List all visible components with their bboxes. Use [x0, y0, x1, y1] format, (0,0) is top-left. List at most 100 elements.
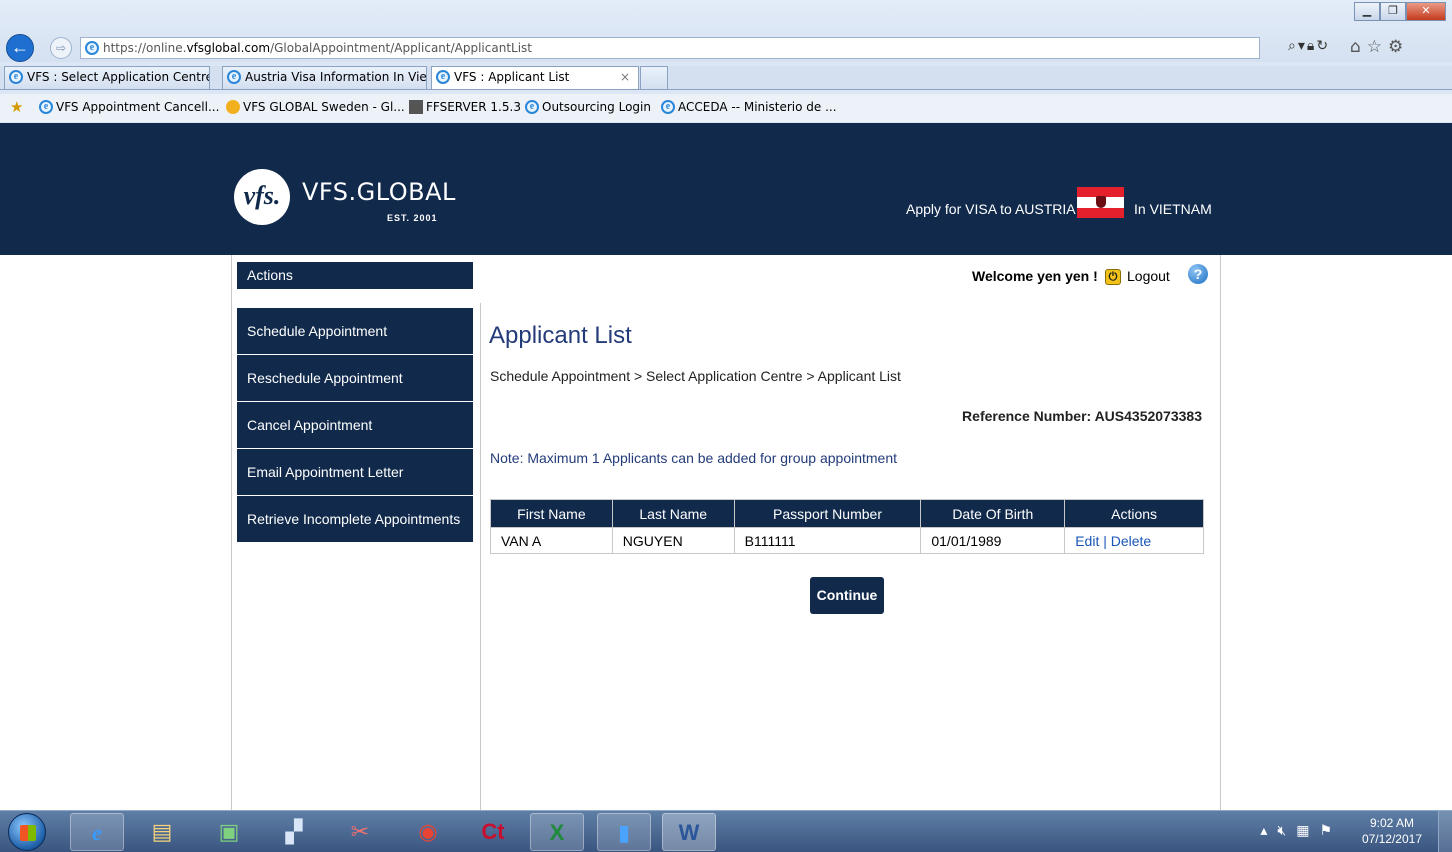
internet-explorer-icon[interactable]: e [70, 813, 124, 851]
dropdown-icon[interactable]: ▾ [1298, 38, 1307, 54]
back-button[interactable]: ← [6, 34, 34, 62]
tab-select-centre[interactable]: e VFS : Select Application Centre [4, 66, 210, 89]
system-tray: ▴🔇︎▦⚑ [1260, 822, 1342, 839]
fav-item-acceda[interactable]: e ACCEDA -- Ministerio de ... [661, 94, 837, 120]
continue-button[interactable]: Continue [810, 577, 884, 614]
sidebar-divider [480, 303, 481, 810]
sidebar-item-email-letter[interactable]: Email Appointment Letter [237, 449, 473, 495]
url-prefix: https://online. [103, 41, 187, 55]
action-separator: | [1099, 532, 1111, 549]
tab-applicant-list[interactable]: e VFS : Applicant List × [431, 66, 639, 89]
sidebar-item-schedule[interactable]: Schedule Appointment [237, 308, 473, 354]
ie-fav-icon: e [525, 100, 539, 114]
favorites-star-icon[interactable]: ☆ [1367, 37, 1388, 57]
cell-dob: 01/01/1989 [920, 527, 1066, 554]
url-path: /GlobalAppointment/Applicant/ApplicantLi… [270, 41, 533, 55]
excel-icon[interactable]: X [530, 813, 584, 851]
server-icon [409, 100, 423, 114]
tab-strip: e VFS : Select Application Centre e Austri… [0, 66, 1452, 90]
maximize-button[interactable]: ❐ [1380, 2, 1406, 21]
action-center-icon[interactable]: ⚑ [1319, 822, 1342, 838]
computer-icon[interactable]: ▞ [267, 813, 321, 851]
table-header-row: First Name Last Name Passport Number Dat… [490, 499, 1204, 528]
word-icon[interactable]: W [662, 813, 716, 851]
delete-link[interactable]: Delete [1111, 533, 1151, 549]
globe-icon [226, 100, 240, 114]
snipping-tool-icon[interactable]: ✂ [333, 813, 387, 851]
fav-label: VFS Appointment Cancell... [56, 100, 220, 114]
ie-page-icon: e [85, 41, 99, 55]
reference-number: Reference Number: AUS4352073383 [962, 408, 1202, 424]
address-bar-row: ← ⇨ e https://online.vfsglobal.com/Global… [0, 0, 1452, 62]
fav-item-vfs-cancel[interactable]: e VFS Appointment Cancell... [39, 94, 219, 120]
fav-item-vfs-sweden[interactable]: VFS GLOBAL Sweden - Gl... [226, 94, 405, 120]
fav-label: ACCEDA -- Ministerio de ... [678, 100, 837, 114]
col-dob: Date Of Birth [920, 499, 1066, 528]
ct-app-icon[interactable]: Ct [466, 813, 520, 851]
clock[interactable]: 9:02 AM 07/12/2017 [1362, 815, 1422, 847]
col-passport: Passport Number [733, 499, 922, 528]
windows-logo-icon [20, 825, 36, 841]
address-tools: ⌕▾🔒︎↻ [1288, 38, 1330, 54]
vfs-logo-mark: vfs. [234, 169, 290, 225]
browser-toolbar-icons: ⌂☆⚙ [1350, 37, 1409, 57]
group-note: Note: Maximum 1 Applicants can be added … [490, 450, 898, 466]
ie-fav-icon: e [39, 100, 53, 114]
breadcrumb: Schedule Appointment > Select Applicatio… [490, 368, 901, 384]
url-domain: vfsglobal.com [186, 41, 271, 55]
sidebar-item-reschedule[interactable]: Reschedule Appointment [237, 355, 473, 401]
tab-label: VFS : Select Application Centre [27, 70, 210, 84]
home-icon[interactable]: ⌂ [1350, 37, 1367, 57]
vfs-logo-name: VFS.GLOBAL [302, 178, 456, 206]
address-input[interactable]: e https://online.vfsglobal.com/GlobalAppo… [80, 37, 1260, 59]
tab-austria-visa[interactable]: e Austria Visa Information In Vie... [222, 66, 427, 89]
settings-gear-icon[interactable]: ⚙ [1388, 37, 1409, 57]
favorites-star-add-icon[interactable]: ★ [10, 94, 23, 120]
austria-flag-icon [1077, 187, 1124, 218]
tray-expand-icon[interactable]: ▴ [1260, 822, 1277, 838]
cell-last-name: NGUYEN [611, 527, 735, 554]
fav-item-ffserver[interactable]: FFSERVER 1.5.3 [409, 94, 521, 120]
sidebar-item-retrieve[interactable]: Retrieve Incomplete Appointments [237, 496, 473, 542]
ie-tab-icon: e [9, 70, 23, 84]
logout-link[interactable]: Logout [1127, 268, 1170, 284]
taskbar: e ▤ ▣ ▞ ✂ ◉ Ct X ▮ W ▴🔇︎▦⚑ 9:02 AM 07/12… [0, 810, 1452, 852]
refresh-icon[interactable]: ↻ [1316, 38, 1330, 54]
clock-date: 07/12/2017 [1361, 832, 1422, 846]
new-tab-button[interactable] [640, 66, 668, 89]
cell-actions: Edit | Delete [1064, 527, 1204, 554]
cell-first-name: VAN A [490, 527, 613, 554]
minimize-button[interactable]: ▁ [1354, 2, 1380, 21]
lock-icon[interactable]: 🔒︎ [1307, 38, 1316, 54]
chrome-icon[interactable]: ◉ [401, 813, 455, 851]
forward-button[interactable]: ⇨ [50, 37, 72, 59]
site-header: vfs. VFS.GLOBAL EST. 2001 Apply for VISA… [0, 123, 1452, 255]
show-desktop-button[interactable] [1438, 811, 1452, 852]
window-controls: ▁ ❐ ✕ [1354, 2, 1446, 21]
col-first-name: First Name [490, 499, 613, 528]
sidebar-title: Actions [237, 262, 473, 289]
help-icon[interactable]: ? [1188, 264, 1208, 284]
vfs-logo-est: EST. 2001 [387, 213, 438, 223]
fav-label: VFS GLOBAL Sweden - Gl... [243, 100, 405, 114]
volume-muted-icon[interactable]: 🔇︎ [1277, 822, 1296, 838]
edit-link[interactable]: Edit [1075, 533, 1099, 549]
applicant-table: First Name Last Name Passport Number Dat… [490, 499, 1204, 554]
col-actions: Actions [1064, 499, 1204, 528]
search-icon[interactable]: ⌕ [1288, 38, 1298, 54]
close-window-button[interactable]: ✕ [1406, 2, 1446, 21]
start-button[interactable] [8, 813, 46, 851]
file-explorer-icon[interactable]: ▤ [135, 813, 189, 851]
blue-app-icon[interactable]: ▮ [597, 813, 651, 851]
fav-label: Outsourcing Login [542, 100, 651, 114]
sidebar-item-cancel[interactable]: Cancel Appointment [237, 402, 473, 448]
tab-close-icon[interactable]: × [620, 67, 630, 88]
col-last-name: Last Name [611, 499, 735, 528]
network-icon[interactable]: ▣ [202, 813, 256, 851]
fav-item-outsourcing[interactable]: e Outsourcing Login [525, 94, 651, 120]
fav-label: FFSERVER 1.5.3 [426, 100, 521, 114]
network-tray-icon[interactable]: ▦ [1296, 822, 1319, 838]
power-icon[interactable]: ⏻ [1105, 269, 1121, 285]
cell-passport: B111111 [733, 527, 922, 554]
apply-visa-text: Apply for VISA to AUSTRIA [906, 201, 1076, 217]
